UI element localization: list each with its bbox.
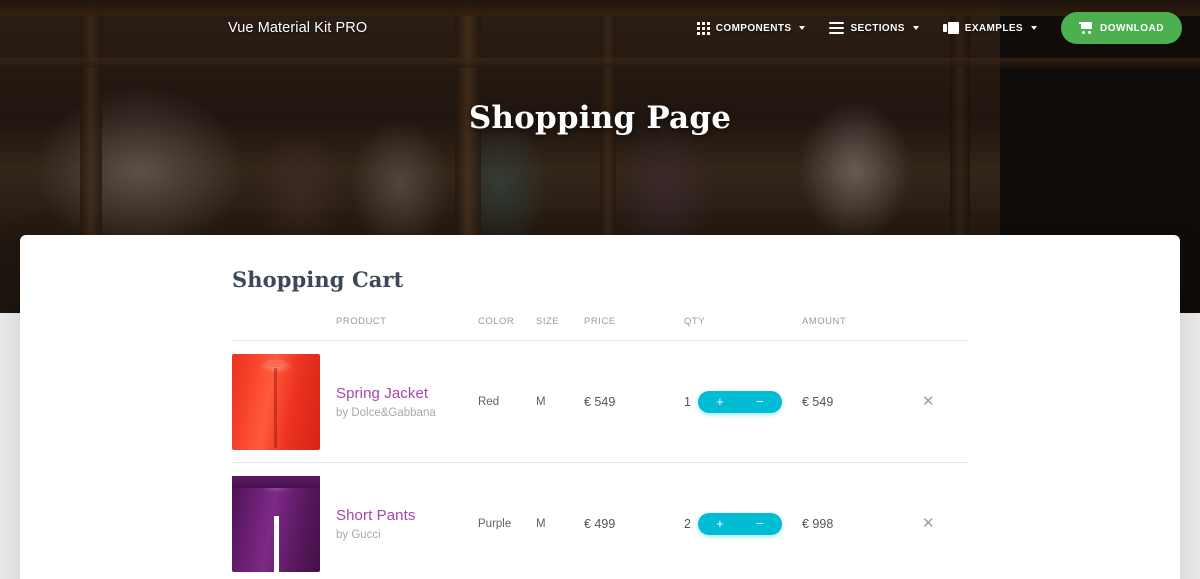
qty-value: 2: [684, 516, 691, 531]
brand-link[interactable]: Vue Material Kit PRO: [228, 20, 367, 36]
product-color: Purple: [478, 517, 512, 530]
red-jacket-thumbnail: [232, 353, 320, 450]
product-color: Red: [478, 340, 536, 463]
navbar-menu: COMPONENTS SECTIONS EXAMPLES DOWNLOAD: [687, 12, 1182, 44]
product-info-cell: Spring Jacket by Dolce&Gabbana: [336, 340, 478, 463]
column-header-amount: AMOUNT: [802, 316, 914, 341]
product-info-cell: Short Pants by Gucci: [336, 463, 478, 579]
table-header-row: PRODUCT COLOR SIZE PRICE QTY AMOUNT: [232, 316, 968, 341]
page-title: Shopping Page: [468, 100, 732, 136]
table-row: Spring Jacket by Dolce&Gabbana Red M € 5…: [232, 340, 968, 463]
lines-icon: [829, 22, 845, 34]
nav-item-examples[interactable]: EXAMPLES: [933, 15, 1047, 41]
product-qty-cell: 2 + −: [684, 463, 802, 579]
content-card: Shopping Cart PRODUCT COLOR SIZE PRICE Q…: [20, 235, 1180, 579]
purple-pants-thumbnail: [232, 475, 320, 572]
column-header-qty: QTY: [684, 316, 802, 341]
shopping-page: Vue Material Kit PRO COMPONENTS SECTIONS: [0, 0, 1200, 579]
column-header-spacer: [232, 316, 336, 341]
qty-decrease-button[interactable]: −: [740, 391, 780, 413]
product-image-cell: [232, 340, 336, 463]
nav-label-components: COMPONENTS: [715, 22, 792, 34]
shopping-cart-table: PRODUCT COLOR SIZE PRICE QTY AMOUNT Spri…: [232, 316, 968, 579]
product-image-cell: [232, 463, 336, 579]
product-price: € 549: [584, 340, 684, 463]
image-icon: [942, 22, 959, 34]
chevron-down-icon: [799, 26, 806, 30]
product-brand: by Gucci: [336, 528, 381, 541]
nav-label-sections: SECTIONS: [850, 22, 905, 34]
remove-item-button[interactable]: ✕: [914, 390, 943, 413]
table-row: Short Pants by Gucci Purple M € 499 2 +: [232, 463, 968, 579]
column-header-product: PRODUCT: [336, 316, 478, 341]
download-button-label: DOWNLOAD: [1100, 22, 1164, 34]
navbar: Vue Material Kit PRO COMPONENTS SECTIONS: [0, 0, 1200, 56]
qty-stepper: + −: [697, 390, 782, 413]
product-name-link[interactable]: Short Pants: [336, 507, 478, 524]
chevron-down-icon: [912, 26, 919, 30]
product-amount: € 549: [802, 340, 914, 463]
nav-item-sections[interactable]: SECTIONS: [819, 15, 928, 41]
product-amount: € 998: [802, 516, 834, 531]
cart-icon: [1079, 22, 1093, 34]
product-name-link[interactable]: Spring Jacket: [336, 385, 478, 402]
product-size: M: [536, 517, 546, 530]
remove-cell: ✕: [914, 463, 968, 579]
remove-item-button[interactable]: ✕: [914, 512, 943, 535]
download-button[interactable]: DOWNLOAD: [1061, 12, 1182, 44]
grid-icon: [696, 21, 710, 35]
cart-heading: Shopping Cart: [232, 267, 404, 292]
product-price: € 499: [584, 516, 616, 531]
column-header-size: SIZE: [536, 316, 584, 341]
nav-label-examples: EXAMPLES: [964, 22, 1023, 34]
qty-increase-button[interactable]: +: [700, 513, 740, 535]
qty-value: 1: [684, 394, 691, 409]
product-brand: by Dolce&Gabbana: [336, 406, 436, 419]
product-qty-cell: 1 + −: [684, 340, 802, 463]
qty-decrease-button[interactable]: −: [740, 513, 780, 535]
column-header-price: PRICE: [584, 316, 684, 341]
nav-item-components[interactable]: COMPONENTS: [687, 15, 816, 42]
column-header-remove: [914, 316, 968, 341]
qty-increase-button[interactable]: +: [700, 391, 740, 413]
qty-stepper: + −: [697, 512, 782, 535]
remove-cell: ✕: [914, 340, 968, 463]
column-header-color: COLOR: [478, 316, 536, 341]
chevron-down-icon: [1031, 26, 1037, 30]
product-size: M: [536, 340, 584, 463]
